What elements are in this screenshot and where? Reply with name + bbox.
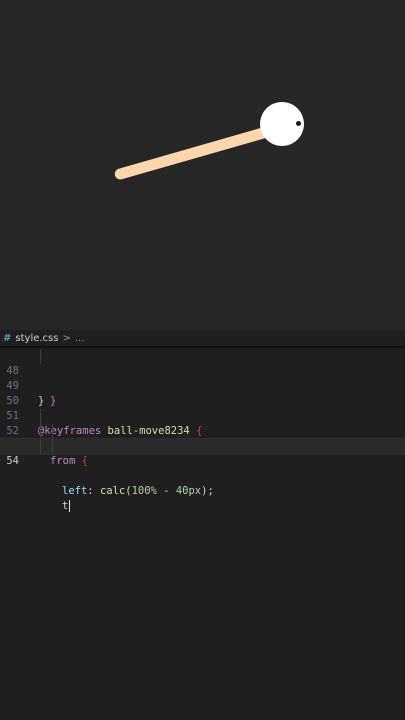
code-token: - — [156, 485, 176, 497]
indent-guide — [40, 409, 41, 424]
indent-guide — [40, 439, 41, 454]
code-line[interactable]: 53 left: calc(100% - 40px); — [0, 424, 405, 497]
code-line[interactable]: 49 } — [0, 364, 405, 407]
code-token: calc( — [99, 485, 132, 497]
code-editor[interactable]: # style.css > ... 48 } 49 } 50 51 @keyfr… — [0, 330, 405, 720]
css-file-icon: # — [3, 332, 12, 344]
code-line[interactable]: 52 from { — [0, 409, 405, 467]
breadcrumb-separator: > — [62, 332, 71, 344]
ball — [260, 102, 304, 146]
code-token: from — [50, 455, 76, 467]
code-line-current[interactable]: 54 t — [0, 438, 405, 512]
ball-eye — [296, 121, 301, 126]
indent-guide — [40, 349, 41, 364]
code-token: { — [81, 455, 88, 467]
code-line[interactable]: 48 } — [0, 349, 405, 407]
code-line[interactable]: 51 @keyframes ball-move8234 { — [0, 394, 405, 437]
text-cursor — [69, 500, 71, 512]
code-line[interactable]: 50 — [0, 379, 405, 407]
code-lines[interactable]: 48 } 49 } 50 51 @keyframes ball-move8234… — [0, 349, 405, 512]
breadcrumb-more[interactable]: ... — [75, 333, 85, 344]
indent-guide — [52, 439, 53, 454]
indent-guide — [52, 424, 53, 439]
code-token: 100% — [131, 485, 157, 497]
indent-guide — [40, 424, 41, 439]
breadcrumb-file[interactable]: style.css — [15, 333, 58, 344]
code-token: 40px — [175, 485, 202, 497]
code-token: ); — [201, 485, 214, 497]
code-token: left — [62, 485, 88, 497]
line-number: 54 — [6, 455, 19, 467]
animation-preview — [0, 0, 405, 330]
code-token: t — [62, 500, 69, 512]
breadcrumb: # style.css > ... — [0, 330, 405, 346]
code-token: : — [87, 485, 100, 497]
